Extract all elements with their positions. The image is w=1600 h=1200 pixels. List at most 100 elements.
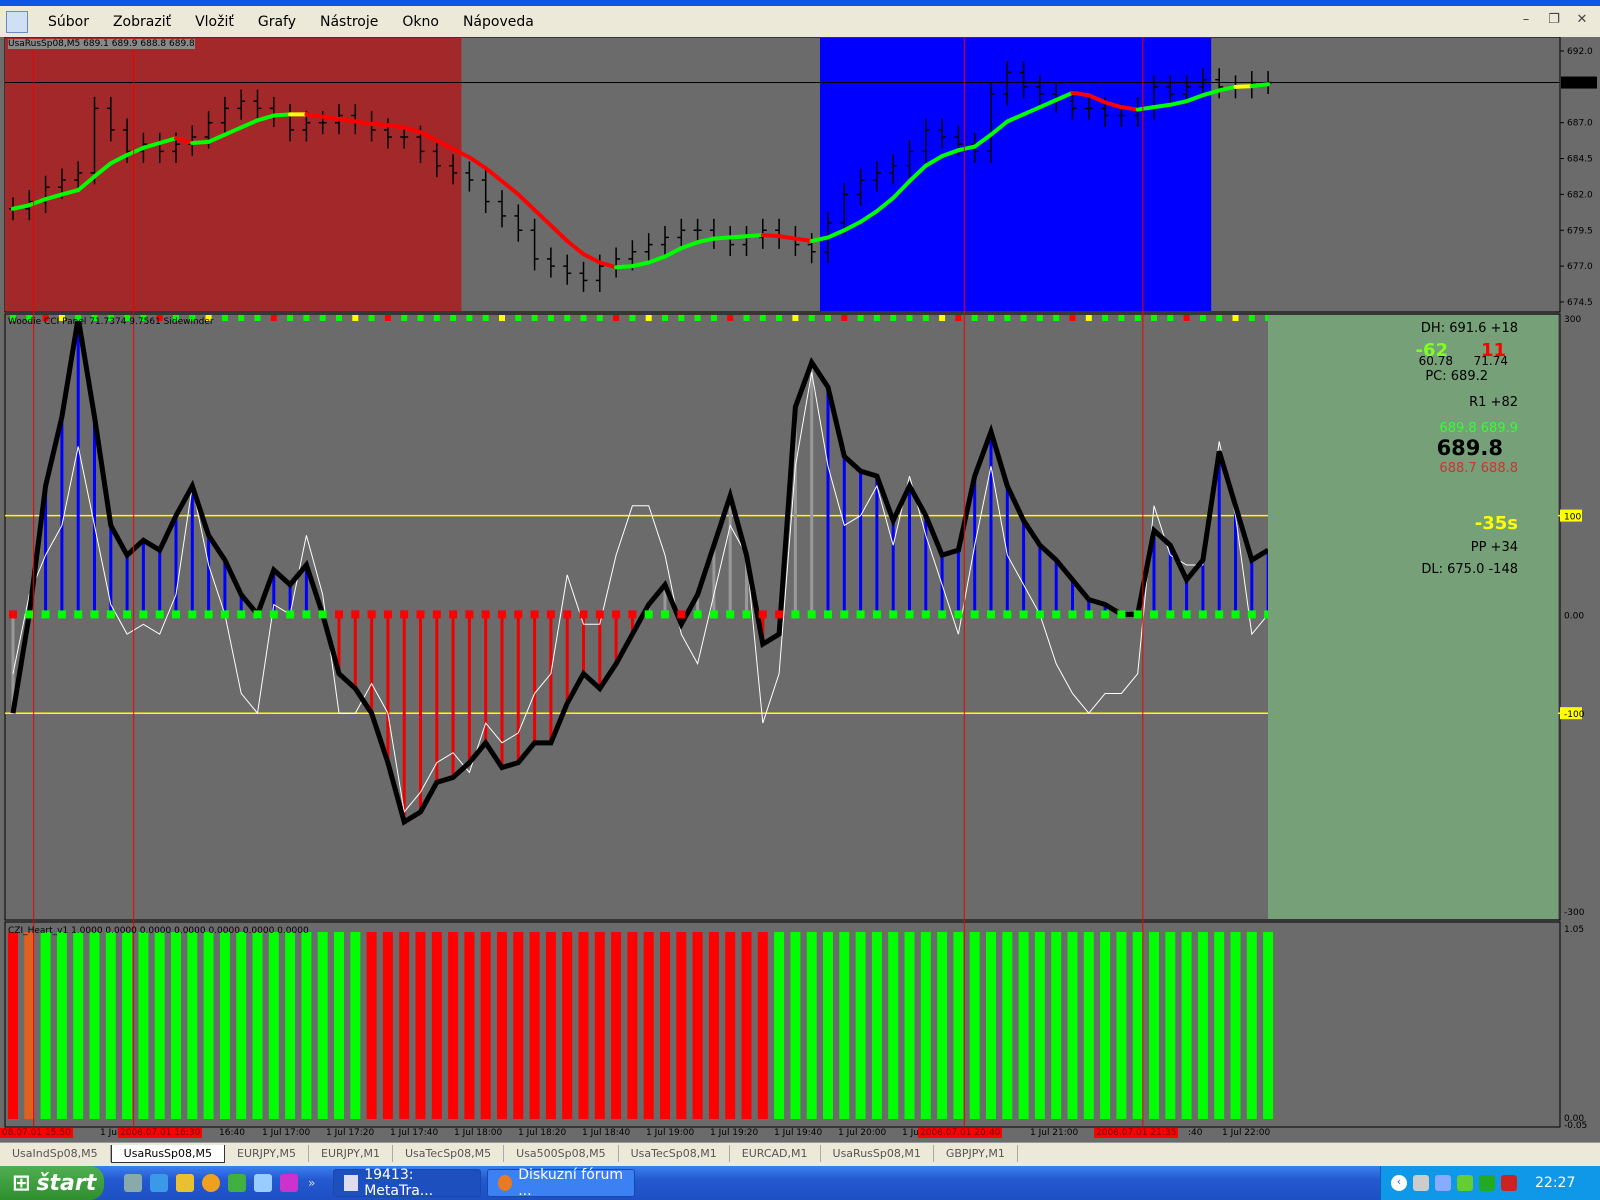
moving-average-segment bbox=[728, 234, 749, 240]
moving-average-segment bbox=[1135, 105, 1156, 112]
heart-bar bbox=[154, 932, 165, 1119]
tab-eurjpy-m5[interactable]: EURJPY,M5 bbox=[225, 1145, 309, 1162]
trend-dot bbox=[1134, 315, 1141, 321]
internet-explorer-icon[interactable] bbox=[150, 1174, 168, 1192]
time-label: 1 Jul 17:40 bbox=[390, 1128, 439, 1138]
metatrader-app-icon[interactable] bbox=[6, 10, 28, 33]
bluetooth-icon[interactable] bbox=[1479, 1175, 1495, 1191]
trend-dot bbox=[596, 315, 603, 321]
antivirus-icon[interactable] bbox=[1457, 1175, 1473, 1191]
trend-dot bbox=[710, 315, 717, 321]
tab-usatecsp08-m5[interactable]: UsaTecSp08,M5 bbox=[393, 1145, 505, 1162]
heart-bar bbox=[611, 932, 622, 1119]
trend-dot bbox=[1020, 315, 1027, 321]
tab-eurjpy-m1[interactable]: EURJPY,M1 bbox=[309, 1145, 393, 1162]
trend-dot bbox=[1036, 315, 1043, 321]
windows-logo-icon: ⊞ bbox=[12, 1170, 31, 1196]
trend-dot bbox=[890, 315, 897, 321]
heart-bar bbox=[1181, 932, 1192, 1119]
cursor-time-label: 2008.07.01 21:35 bbox=[1094, 1128, 1179, 1138]
menu-file[interactable]: Súbor bbox=[36, 14, 101, 30]
zero-line-dot bbox=[1150, 610, 1158, 619]
heart-bar bbox=[1051, 932, 1062, 1119]
menu-view[interactable]: Zobraziť bbox=[101, 14, 183, 30]
trend-dot bbox=[254, 315, 261, 321]
task-metatrader[interactable]: 19413: MetaTra... bbox=[333, 1167, 482, 1199]
zero-line-dot bbox=[1247, 610, 1256, 619]
taskbar: ⊞ štart » 19413: MetaTra... Diskuzní fóru… bbox=[0, 1166, 1600, 1200]
time-label: 1 Ju bbox=[902, 1128, 919, 1138]
app-launcher-icon[interactable] bbox=[254, 1174, 272, 1192]
trend-dot bbox=[1183, 315, 1190, 321]
zero-line-dot bbox=[188, 610, 197, 619]
trend-dot bbox=[352, 315, 359, 321]
menu-tools[interactable]: Nástroje bbox=[308, 14, 390, 30]
menu-window[interactable]: Okno bbox=[390, 14, 451, 30]
heart-bar bbox=[1116, 932, 1127, 1119]
cursor-time-label: 2008.07.01 16:30 bbox=[118, 1128, 203, 1138]
zero-line-dot bbox=[791, 610, 800, 619]
trend-dot bbox=[1069, 315, 1076, 321]
trend-dot bbox=[694, 315, 701, 321]
tab-usaindsp08-m5[interactable]: UsaIndSp08,M5 bbox=[0, 1145, 111, 1162]
zero-line-dot bbox=[302, 610, 311, 619]
zero-line-dot bbox=[1166, 610, 1175, 619]
zero-line-dot bbox=[1035, 610, 1044, 619]
trend-dot bbox=[1199, 315, 1206, 321]
clock: 22:27 bbox=[1535, 1175, 1576, 1191]
restore-button[interactable]: ❐ bbox=[1542, 8, 1566, 30]
minimize-button[interactable]: – bbox=[1514, 8, 1538, 30]
menu-charts[interactable]: Grafy bbox=[246, 14, 308, 30]
zero-line-dot bbox=[1133, 610, 1142, 619]
trend-dot bbox=[433, 315, 440, 321]
tab-eurcad-m1[interactable]: EURCAD,M1 bbox=[730, 1145, 821, 1162]
zero-line-dot bbox=[1101, 610, 1110, 619]
zero-line-dot bbox=[1084, 610, 1093, 619]
zero-line-dot bbox=[677, 610, 686, 619]
r1-level: R1 +82 bbox=[1469, 395, 1518, 410]
menu-help[interactable]: Nápoveda bbox=[451, 14, 546, 30]
chart-window[interactable]: 692.0 687.0 684.5 682.0 679.5 677.0 674.5 689.8… bbox=[0, 37, 1600, 1142]
close-button[interactable]: ✕ bbox=[1570, 8, 1594, 30]
trend-dot bbox=[808, 315, 815, 321]
trend-dot bbox=[1248, 315, 1255, 321]
network-icon[interactable] bbox=[1435, 1175, 1451, 1191]
camera-icon[interactable] bbox=[1413, 1175, 1429, 1191]
tab-gbpjpy-m1[interactable]: GBPJPY,M1 bbox=[934, 1145, 1018, 1162]
task-firefox[interactable]: Diskuzní fórum ... bbox=[487, 1167, 636, 1199]
tray-expand-icon[interactable]: ‹ bbox=[1391, 1175, 1407, 1191]
moving-average-segment bbox=[1152, 102, 1173, 110]
heart-bar bbox=[1002, 932, 1013, 1119]
session-zone bbox=[820, 38, 1212, 311]
trend-dot bbox=[1102, 315, 1109, 321]
tab-usa500sp08-m5[interactable]: Usa500Sp08,M5 bbox=[504, 1145, 619, 1162]
heart-bar bbox=[823, 932, 833, 1119]
zero-line-dot bbox=[970, 610, 979, 619]
price-tick-label: 679.5 bbox=[1567, 226, 1593, 236]
quicklaunch-expand-icon[interactable]: » bbox=[308, 1176, 315, 1190]
tab-usatecsp08-m1[interactable]: UsaTecSp08,M1 bbox=[619, 1145, 730, 1162]
heart-bar bbox=[1165, 932, 1176, 1119]
price-tick-label: 687.0 bbox=[1567, 119, 1593, 129]
tab-usarussp08-m5[interactable]: UsaRusSp08,M5 bbox=[110, 1144, 225, 1163]
trend-dot bbox=[873, 315, 880, 321]
heart-bar bbox=[219, 932, 230, 1119]
heart-bar bbox=[855, 932, 866, 1119]
cci-axis-label: 300 bbox=[1564, 315, 1581, 325]
trend-dot bbox=[1118, 315, 1125, 321]
calendar-icon[interactable] bbox=[280, 1174, 298, 1192]
heart-bar bbox=[1263, 932, 1274, 1119]
trend-dot bbox=[319, 315, 326, 321]
security-shield-icon[interactable] bbox=[1501, 1175, 1517, 1191]
winamp-icon[interactable] bbox=[176, 1174, 194, 1192]
cci-axis-label: 100 bbox=[1564, 513, 1581, 523]
tab-usarussp08-m1[interactable]: UsaRusSp08,M1 bbox=[821, 1145, 934, 1162]
trend-dot bbox=[287, 315, 294, 321]
heart-bar bbox=[1067, 932, 1078, 1119]
realplayer-icon[interactable] bbox=[124, 1174, 142, 1192]
heart-bar bbox=[578, 932, 589, 1119]
media-player-icon[interactable] bbox=[202, 1174, 220, 1192]
menu-insert[interactable]: Vložiť bbox=[183, 14, 246, 30]
start-button[interactable]: ⊞ štart bbox=[0, 1166, 104, 1200]
messenger-icon[interactable] bbox=[228, 1174, 246, 1192]
